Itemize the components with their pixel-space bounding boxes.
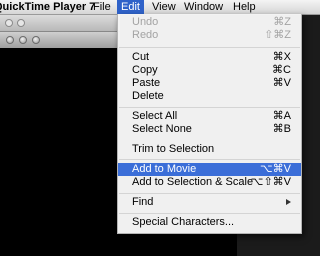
menu-item-find[interactable]: Find (118, 196, 301, 209)
menu-bar: QuickTime Player 7 File Edit View Window… (0, 0, 320, 15)
menu-file[interactable]: File (89, 0, 115, 14)
player-window-content (0, 15, 120, 256)
menu-separator (119, 107, 300, 108)
menu-separator (119, 47, 300, 48)
window-titlebar-back (0, 15, 120, 31)
menu-item-redo[interactable]: Redo ⇧⌘Z (118, 29, 301, 42)
menu-item-trim-to-selection[interactable]: Trim to Selection (118, 143, 301, 156)
minimize-button-icon[interactable] (19, 36, 27, 44)
menu-item-select-none[interactable]: Select None ⌘B (118, 123, 301, 136)
menu-item-delete[interactable]: Delete (118, 90, 301, 103)
menu-window[interactable]: Window (180, 0, 227, 14)
menu-edit[interactable]: Edit (117, 0, 144, 14)
menu-item-undo[interactable]: Undo ⌘Z (118, 16, 301, 29)
zoom-button-icon[interactable] (32, 36, 40, 44)
minimize-button-icon[interactable] (17, 19, 25, 27)
menu-item-add-to-selection-scale[interactable]: Add to Selection & Scale ⌥⇧⌘V (118, 176, 301, 189)
menu-separator (119, 159, 300, 160)
submenu-arrow-icon (286, 199, 291, 205)
menu-item-paste[interactable]: Paste ⌘V (118, 77, 301, 90)
menu-item-special-characters[interactable]: Special Characters... (118, 216, 301, 229)
window-titlebar-front (0, 31, 120, 48)
menu-separator (119, 213, 300, 214)
menu-item-add-to-movie[interactable]: Add to Movie ⌥⌘V (118, 163, 301, 176)
menu-help[interactable]: Help (229, 0, 260, 14)
menu-item-cut[interactable]: Cut ⌘X (118, 51, 301, 64)
close-button-icon[interactable] (5, 19, 13, 27)
menu-item-copy[interactable]: Copy ⌘C (118, 64, 301, 77)
app-menu-label[interactable]: QuickTime Player 7 (0, 0, 95, 14)
menu-view[interactable]: View (148, 0, 180, 14)
menu-item-select-all[interactable]: Select All ⌘A (118, 110, 301, 123)
close-button-icon[interactable] (6, 36, 14, 44)
menu-separator (119, 193, 300, 194)
edit-menu-dropdown: Undo ⌘Z Redo ⇧⌘Z Cut ⌘X Copy ⌘C Paste ⌘V… (117, 14, 302, 234)
